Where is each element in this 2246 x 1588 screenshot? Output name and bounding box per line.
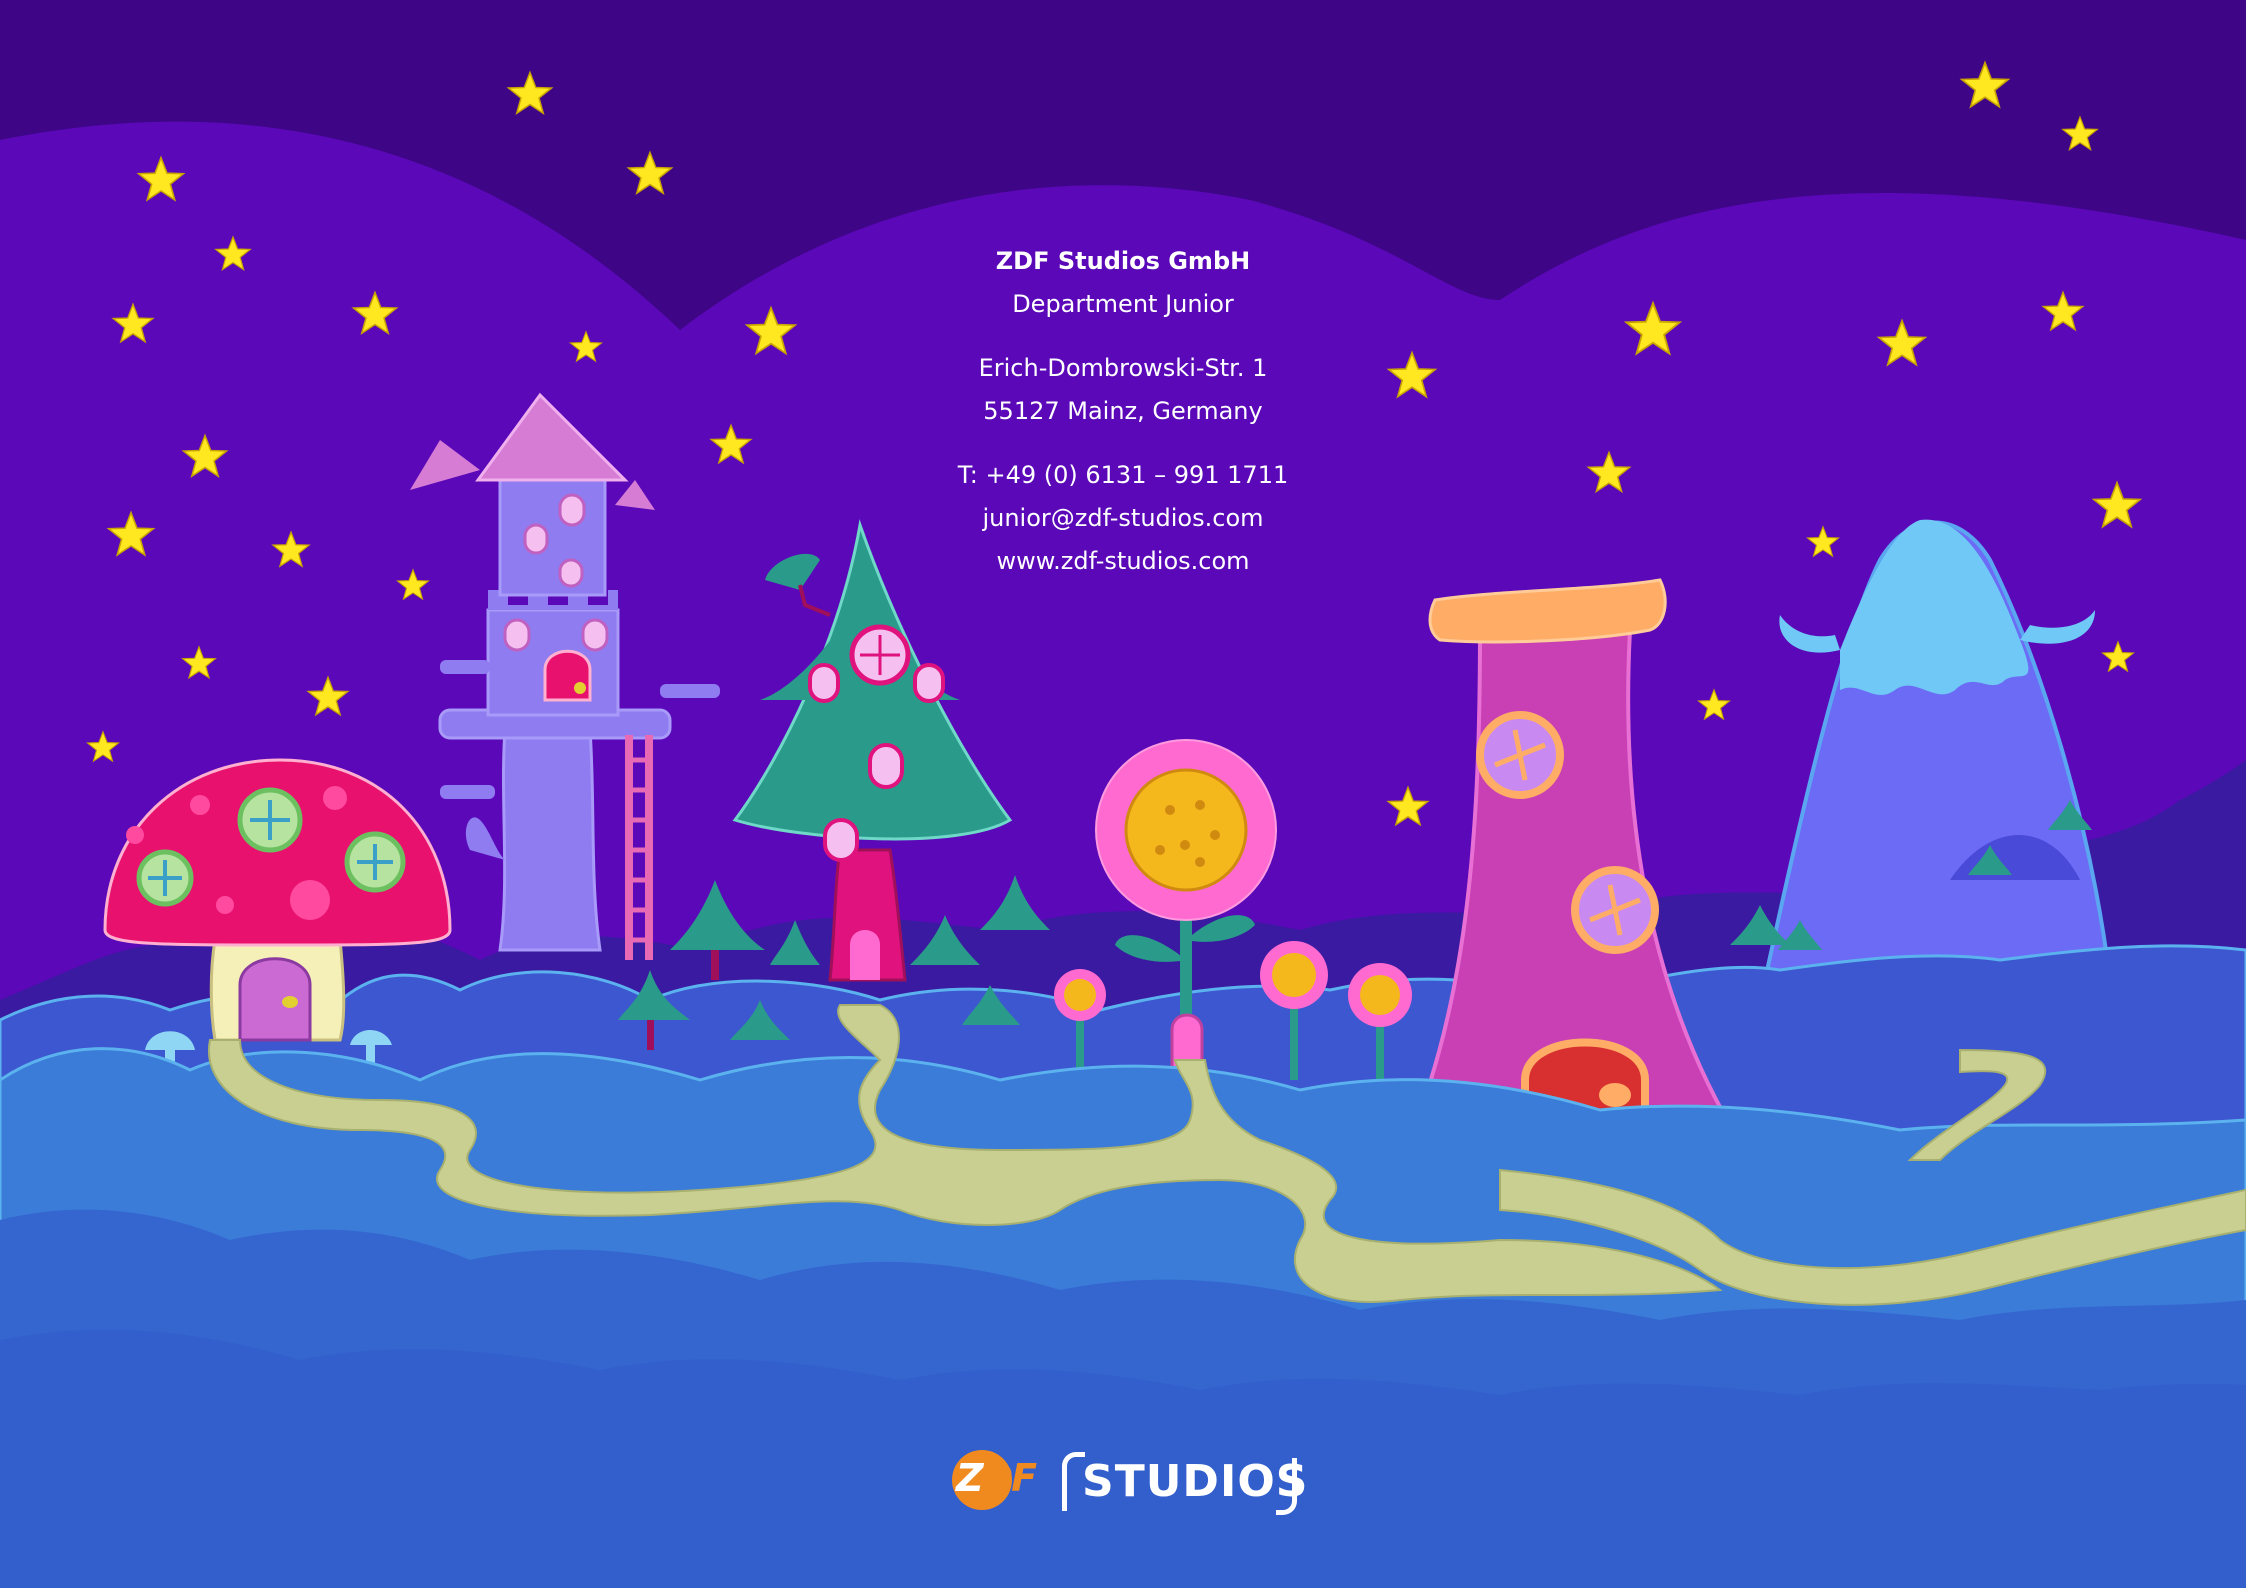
website-link[interactable]: www.zdf-studios.com — [923, 540, 1323, 583]
street-address: Erich-Dombrowski-Str. 1 — [978, 354, 1268, 382]
contact-block: ZDF Studios GmbH Department Junior Erich… — [923, 240, 1323, 583]
background-illustration — [0, 0, 2246, 1588]
logo-bracket-right — [1276, 1458, 1297, 1515]
studios-logo-text: STUDIOS — [1082, 1456, 1309, 1507]
zdf-logo-text: ZDF — [956, 1456, 1037, 1500]
department: Department Junior — [1012, 290, 1234, 318]
city-address: 55127 Mainz, Germany — [983, 397, 1263, 425]
company-name: ZDF Studios GmbH — [995, 247, 1251, 275]
phone-number: T: +49 (0) 6131 – 991 1711 — [957, 461, 1289, 489]
zdf-logo-z: Z — [956, 1456, 984, 1500]
zdf-studios-logo: ZDF STUDIOS — [950, 1448, 1307, 1515]
zdf-logo-df: DF — [981, 1456, 1037, 1500]
email-link[interactable]: junior@zdf-studios.com — [923, 497, 1323, 540]
